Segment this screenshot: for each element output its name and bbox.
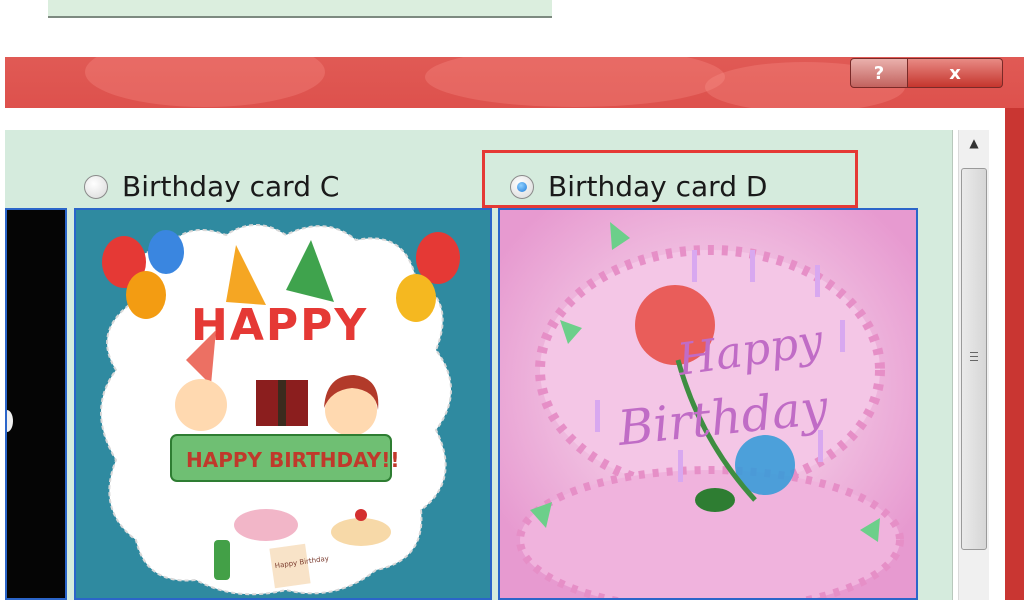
radio-option-card-c[interactable]: Birthday card C [84, 170, 339, 203]
grip-line [970, 356, 978, 357]
vertical-scrollbar[interactable]: ▲ [958, 130, 989, 600]
card-c-happy-text: HAPPY [191, 300, 368, 351]
card-d-preview[interactable]: Happy Birthday [498, 208, 918, 600]
balloon-blue [148, 230, 184, 274]
help-button[interactable]: ? [850, 58, 908, 88]
bottle [214, 540, 230, 580]
cherry [355, 509, 367, 521]
card-d-artwork: Happy Birthday [500, 210, 916, 598]
candle [750, 250, 755, 282]
radio-button-card-c[interactable] [84, 174, 108, 199]
card-b-decoration [7, 410, 13, 432]
selection-highlight-box [482, 150, 858, 208]
grip-line [970, 360, 978, 361]
balloon-orange [126, 271, 166, 319]
help-icon: ? [873, 62, 885, 84]
card-c-preview[interactable]: HAPPY HAPPY BIRTHDAY!! Happy Birthday [74, 208, 492, 600]
leaf [695, 488, 735, 512]
gift-ribbon [278, 380, 286, 426]
candle [840, 320, 845, 352]
close-icon: x [949, 62, 961, 84]
card-b-preview[interactable] [5, 208, 67, 600]
boy-face [175, 379, 227, 431]
scroll-thumb[interactable] [961, 168, 987, 550]
candle [815, 265, 820, 297]
cake-left [234, 509, 298, 541]
scroll-up-arrow-icon[interactable]: ▲ [959, 136, 989, 150]
candle [595, 400, 600, 432]
candle [692, 250, 697, 282]
title-bar-buttons: ? x [850, 58, 1003, 88]
close-button[interactable]: x [908, 58, 1003, 88]
balloon-orange-right [396, 274, 436, 322]
top-input-strip [48, 0, 552, 18]
grip-line [970, 352, 978, 353]
candle [818, 430, 823, 462]
candle [678, 450, 683, 482]
radio-label-card-c: Birthday card C [122, 170, 340, 203]
card-c-artwork: HAPPY HAPPY BIRTHDAY!! Happy Birthday [100, 224, 460, 596]
cake-right [331, 518, 391, 546]
card-c-banner-text: HAPPY BIRTHDAY!! [186, 448, 399, 472]
